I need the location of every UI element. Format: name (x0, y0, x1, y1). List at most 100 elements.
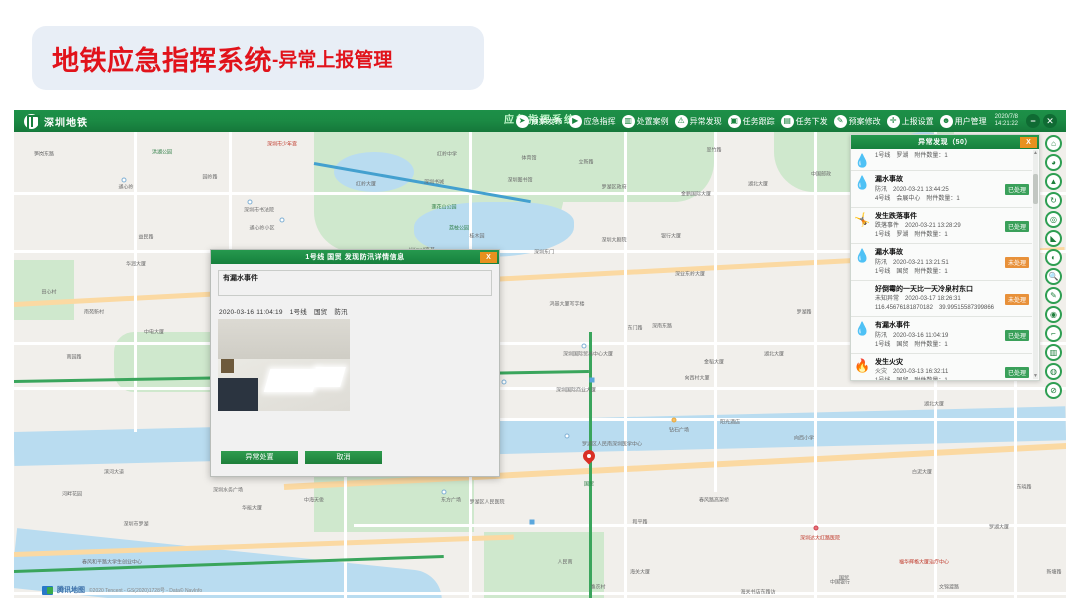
clock-time: 14:21:22 (994, 121, 1018, 127)
cancel-button[interactable]: 取消 (305, 450, 382, 464)
event-list-scrollbar[interactable]: ▲ ▼ (1033, 150, 1038, 379)
measure-tool-icon[interactable]: ✎ (1045, 287, 1062, 304)
event-list[interactable]: 💧 1号线 罗湖 附件数量：1 💧 漏水事故 防汛 2020-03-21 13:44:25 4号… (851, 149, 1032, 380)
target-tool-icon[interactable]: ◎ (1045, 211, 1062, 228)
navigate-tool-icon[interactable]: ▲ (1045, 173, 1062, 190)
fire-icon: 🔥 (854, 357, 871, 373)
rect-tool-icon[interactable]: ⌐ (1045, 325, 1062, 342)
minimize-button[interactable]: − (1026, 114, 1040, 128)
blank-icon (854, 284, 871, 314)
home-tool-icon[interactable]: ⌂ (1045, 135, 1062, 152)
event-item-attachments: 附件数量：1 (914, 378, 947, 380)
globe-tool-icon[interactable]: ◍ (1045, 363, 1062, 380)
map-attribution-text: ©2020 Tencent - GS(2020)1728号 - Data© Na… (89, 587, 203, 594)
event-list-item[interactable]: 好倒霉的一天比一天冷泉村东口 未知异常 2020-03-17 18:26:31 116… (851, 281, 1032, 317)
pin-tool-icon[interactable]: ◉ (1045, 306, 1062, 323)
event-list-item[interactable]: 💧 1号线 罗湖 附件数量：1 (851, 149, 1032, 171)
map-label: 滨河大道 (103, 469, 125, 476)
region-tool-icon[interactable]: ◣ (1045, 230, 1062, 247)
nav-item-renwugenzong[interactable]: ▣ 任务跟踪 (726, 114, 777, 128)
nav-item-yingjizhihui[interactable]: ▶ 应急指挥 (567, 114, 618, 128)
map-label: 深圳达大红路医院 (799, 535, 841, 542)
banner-main-title: 地铁应急指挥系统 (52, 45, 272, 76)
event-item-title: 漏水事故 (875, 176, 903, 183)
map-label: 春风路高架桥 (698, 497, 730, 504)
map-provider-name: 腾讯地图 (57, 587, 85, 594)
search-tool-icon[interactable]: 🔍 (1045, 268, 1062, 285)
clear-tool-icon[interactable]: ⊘ (1045, 382, 1062, 399)
dialog-meta-time: 2020-03-16 11:04:19 (219, 309, 283, 316)
photo-light-2 (310, 366, 347, 388)
map-label: 红岭中学 (436, 151, 458, 158)
dialog-photo[interactable] (218, 319, 350, 411)
refresh-tool-icon[interactable]: ↻ (1045, 192, 1062, 209)
event-list-item[interactable]: 🤸 发生跌落事件 跌落事件 2020-03-21 13:28:29 1号线 罗湖 附件数量：… (851, 208, 1032, 244)
map-label: 红岭大厦 (355, 181, 377, 188)
banner-sub-title: -异常上报管理 (272, 49, 393, 71)
confirm-handle-button[interactable]: 异常处置 (221, 450, 298, 464)
map-label: 国贸 (583, 481, 595, 488)
scrollbar-thumb[interactable] (1033, 174, 1038, 204)
map-label: 通心岭小区 (249, 225, 275, 232)
map-label: 文锦渡路 (938, 584, 960, 591)
event-panel-close-button[interactable]: X (1020, 136, 1037, 148)
map-label: 中电大厦 (143, 329, 165, 336)
water-drop-icon: 💧 (854, 321, 871, 336)
close-button[interactable]: ✕ (1043, 114, 1057, 128)
map-label: 罗湖区人民南深圳医学中心 (581, 441, 643, 448)
scroll-down-icon[interactable]: ▼ (1033, 373, 1038, 379)
dialog-close-button[interactable]: X (480, 251, 497, 263)
event-item-type: 防汛 (875, 259, 888, 266)
nav-item-renwuxiafa[interactable]: ▤ 任务下发 (779, 114, 830, 128)
poi-square-marker (529, 519, 535, 525)
map-park-south2 (484, 532, 604, 598)
event-detail-dialog: 1号线 国贸 发现防汛详情信息 X 2020-03-16 11:04:19 1号… (210, 249, 500, 477)
brand: 深圳地铁 (14, 113, 88, 131)
map-label: 园岭路 (202, 174, 218, 181)
map-label: 深圳市罗湖 (123, 521, 149, 528)
poi-marker (121, 177, 127, 183)
water-drop-icon: 💧 (854, 175, 871, 190)
nav-item-yuanxiugai[interactable]: ✎ 预案修改 (832, 114, 883, 128)
hand-tool-icon[interactable]: ◐ (1045, 249, 1062, 266)
event-item-line: 116.45676181870182 (875, 305, 933, 311)
nav-item-yichangfaxian[interactable]: ⚠ 异常发现 (673, 114, 724, 128)
nav-item-yonghuguanli[interactable]: ☻ 用户管理 (938, 114, 989, 128)
layers-tool-icon[interactable]: ◕ (1045, 154, 1062, 171)
map-label: 深圳书城 (423, 179, 445, 186)
map-label: 东门路 (627, 325, 643, 332)
water-drop-icon: 💧 (854, 153, 871, 168)
nav-item-yuanfabu[interactable]: ➤ 预案发布 (514, 114, 565, 128)
dialog-footer: 异常处置 取消 (211, 446, 499, 476)
location-pin-icon[interactable] (583, 450, 595, 462)
nav-label: 预案修改 (848, 116, 881, 126)
map-label: 湖北大厦 (763, 351, 785, 358)
nav-item-chuzhianli[interactable]: ▥ 处置案例 (620, 114, 671, 128)
event-list-item[interactable]: 💧 有漏水事件 防汛 2020-03-16 11:04:19 1号线 国贸 附件数量：1 已处… (851, 317, 1032, 354)
brand-name: 深圳地铁 (44, 117, 88, 129)
clock: 2020/7/8 14:21:22 (995, 114, 1018, 129)
play-circle-icon: ▶ (568, 114, 582, 128)
dialog-body: 2020-03-16 11:04:19 1号线 国贸 防汛 (211, 264, 499, 446)
event-item-time: 2020-03-17 18:26:31 (905, 296, 961, 302)
event-item-station: 罗湖 (896, 232, 909, 238)
event-item-station: 会展中心 (896, 195, 921, 202)
nav-item-shangbaoshezhi[interactable]: ✛ 上报设置 (885, 114, 936, 128)
map-area[interactable]: 笋岗东路 洪湖公园 红岭中学 体育馆 立新路 深圳市少年宫 翠竹路 通心岭 园岭路 深圳市书法院 红… (14, 132, 1066, 598)
map-label: 东方广场 (440, 497, 462, 504)
dialog-description-field[interactable] (218, 270, 492, 296)
nav-label: 任务下发 (795, 116, 828, 126)
event-item-time: 2020-03-16 11:04:19 (893, 332, 949, 339)
map-road-h6 (354, 524, 1066, 527)
map-label: 荔枝公园 (448, 225, 470, 232)
map-label: 白泥大厦 (911, 469, 933, 476)
chart-tool-icon[interactable]: ▥ (1045, 344, 1062, 361)
event-list-item[interactable]: 💧 漏水事故 防汛 2020-03-21 13:21:51 1号线 国贸 附件数量：1 未处理 (851, 244, 1032, 281)
nav-label: 任务跟踪 (742, 116, 775, 126)
event-list-item[interactable]: 🔥 发生火灾火灾 2020-03-13 16:32:11 1号线 国贸 附件数量：1 已处理 (851, 354, 1032, 380)
event-item-type: 跌落事件 (875, 223, 900, 229)
event-item-title: 好倒霉的一天比一天冷泉村东口 (875, 285, 973, 293)
scroll-up-icon[interactable]: ▲ (1033, 150, 1038, 156)
event-list-item[interactable]: 💧 漏水事故 防汛 2020-03-21 13:44:25 4号线 会展中心 附件数量：1 已… (851, 171, 1032, 208)
application-window: 深圳地铁 应急指挥系统 ➤ 预案发布 ▶ 应急指挥 ▥ 处置案例 ⚠ 异常发现 … (14, 110, 1066, 598)
